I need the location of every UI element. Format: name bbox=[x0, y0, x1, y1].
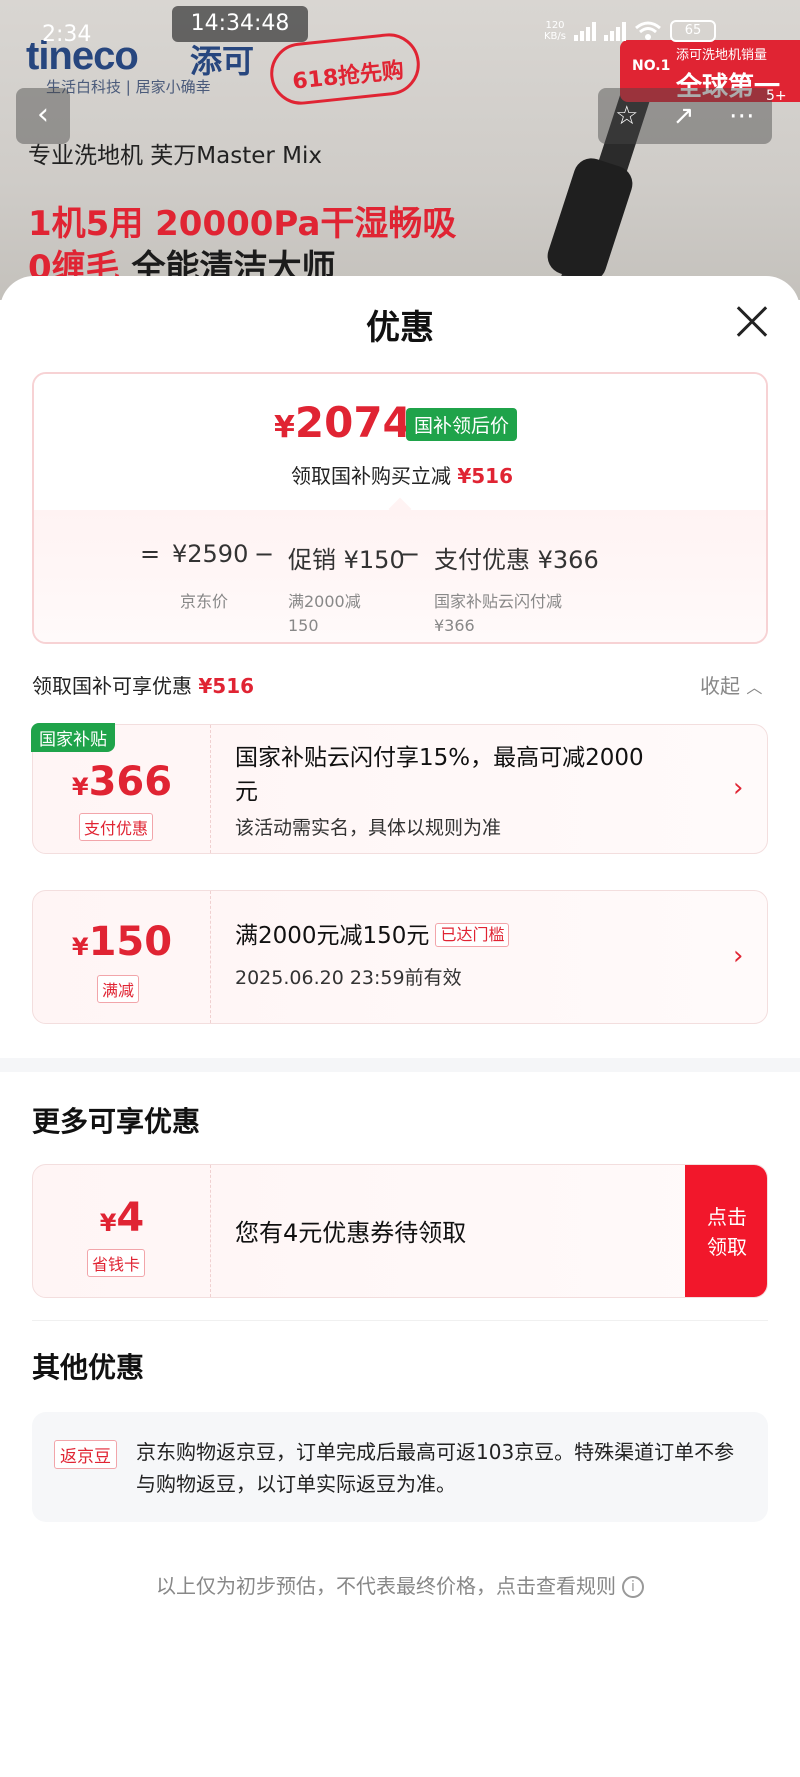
payment-deduction: 支付优惠 ¥366 bbox=[434, 540, 599, 575]
payment-discount-amount: ¥366 bbox=[33, 759, 211, 805]
full-reduction-left: ¥150 满减 bbox=[33, 891, 211, 1023]
signal-icon-2 bbox=[604, 21, 626, 41]
discount-sheet: 优惠 ¥2074 国补领后价 领取国补购买立减 ¥516 = ¥2590 − 促… bbox=[0, 276, 800, 1777]
product-name: 专业洗地机 芙万Master Mix bbox=[28, 143, 323, 169]
claim-coupon-button[interactable]: 点击 领取 bbox=[685, 1165, 767, 1297]
payment-amount: ¥366 bbox=[537, 546, 599, 574]
full-reduction-badge: 满减 bbox=[97, 975, 140, 1003]
payment-discount-card[interactable]: ¥366 支付优惠 国家补贴 国家补贴云闪付享15%，最高可减2000 元 该活… bbox=[31, 723, 768, 854]
base-price-label: 京东价 bbox=[180, 592, 229, 611]
base-price: ¥2590 bbox=[172, 540, 249, 568]
payment-discount-desc: 该活动需实名，具体以规则为准 bbox=[235, 817, 502, 839]
rank-number: NO.1 bbox=[632, 58, 671, 74]
coupon-card: ¥4 省钱卡 您有4元优惠券待领取 点击 领取 bbox=[32, 1164, 768, 1298]
product-image-body bbox=[542, 153, 638, 287]
coupon-currency: ¥ bbox=[99, 1209, 117, 1237]
network-speed: 120 KB/s bbox=[544, 20, 566, 42]
subsidy-price-tag: 国补领后价 bbox=[406, 408, 518, 441]
chevron-right-icon: › bbox=[733, 773, 744, 803]
collapse-label: 收起 bbox=[700, 674, 740, 698]
full-reduction-title: 满2000元减150元 已达门槛 bbox=[235, 919, 510, 953]
payment-discount-badge: 支付优惠 bbox=[79, 813, 154, 841]
coupon-amount: ¥4 bbox=[33, 1195, 211, 1241]
full-reduction-card[interactable]: ¥150 满减 满2000元减150元 已达门槛 2025.06.20 23:59… bbox=[32, 890, 768, 1024]
full-reduction-title-text: 满2000元减150元 bbox=[235, 923, 430, 949]
share-icon[interactable]: ↗ bbox=[673, 101, 695, 131]
price-subtitle-text: 领取国补购买立减 bbox=[290, 464, 451, 488]
equals-sign: = bbox=[140, 540, 161, 568]
separator bbox=[32, 1320, 768, 1321]
other-discounts-title: 其他优惠 bbox=[32, 1351, 145, 1384]
collapse-button[interactable]: 收起 ︿ bbox=[700, 670, 762, 699]
coupon-badge: 省钱卡 bbox=[87, 1249, 146, 1277]
chevron-up-icon: ︿ bbox=[746, 678, 763, 697]
more-icon[interactable]: ⋯ bbox=[729, 101, 755, 131]
back-button[interactable]: ‹ bbox=[16, 88, 70, 144]
payment-discount-title-line-1: 国家补贴云闪付享15%，最高可减2000 bbox=[235, 745, 644, 771]
chevron-right-icon: › bbox=[733, 941, 744, 971]
promo-desc-line-2: 150 bbox=[288, 616, 319, 635]
product-banner: tineco 添可 生活白科技 | 居家小确幸 618抢先购 NO.1 添可洗地… bbox=[0, 0, 800, 300]
close-icon[interactable] bbox=[732, 302, 772, 342]
jd-bean-tag: 返京豆 bbox=[54, 1440, 117, 1469]
payment-desc-line-2: ¥366 bbox=[434, 616, 475, 635]
subsidy-section-amount: ¥516 bbox=[198, 674, 255, 698]
coupon-value: 4 bbox=[116, 1195, 145, 1241]
price-subtitle-amount: ¥516 bbox=[457, 464, 514, 488]
price-breakdown: = ¥2590 − 促销 ¥150 − 支付优惠 ¥366 京东价 满2000减… bbox=[34, 510, 766, 642]
brand-slogan: 生活白科技 | 居家小确幸 bbox=[46, 78, 211, 96]
product-headline-1: 1机5用 20000Pa干湿畅吸 bbox=[28, 204, 457, 244]
jd-bean-text: 京东购物返京豆，订单完成后最高可返103京豆。特殊渠道订单不参与购物返豆，以订单… bbox=[136, 1440, 735, 1496]
coupon-left: ¥4 省钱卡 bbox=[33, 1165, 211, 1297]
network-speed-unit: KB/s bbox=[544, 31, 566, 42]
promo-desc-line-1: 满2000减 bbox=[288, 592, 361, 611]
final-price-value: 2074 bbox=[294, 398, 412, 447]
payment-discount-currency: ¥ bbox=[71, 773, 89, 801]
info-icon: i bbox=[622, 1576, 644, 1598]
nav-actions: ☆ ↗ ⋯ bbox=[598, 88, 772, 144]
rules-note-text: 以上仅为初步预估，不代表最终价格，点击查看规则 bbox=[156, 1574, 616, 1598]
status-time: 2:34 bbox=[42, 22, 92, 47]
final-price-currency: ¥ bbox=[274, 410, 295, 445]
more-discounts-title: 更多可享优惠 bbox=[32, 1105, 201, 1138]
payment-discount-title-line-2: 元 bbox=[235, 779, 258, 805]
signal-icon bbox=[574, 21, 596, 41]
full-reduction-value: 150 bbox=[88, 919, 173, 965]
promo-deduction: 促销 ¥150 bbox=[288, 540, 405, 575]
jd-bean-rebate: 返京豆 京东购物返京豆，订单完成后最高可返103京豆。特殊渠道订单不参与购物返豆… bbox=[32, 1412, 768, 1522]
full-reduction-currency: ¥ bbox=[71, 933, 89, 961]
subsidy-section-label: 领取国补可享优惠 bbox=[32, 674, 192, 698]
coupon-text: 您有4元优惠券待领取 bbox=[235, 1219, 467, 1247]
clock-overlay: 14:34:48 bbox=[172, 6, 308, 42]
battery-icon: 65 bbox=[670, 20, 716, 42]
final-price: ¥2074 bbox=[274, 398, 412, 447]
promo-amount: ¥150 bbox=[343, 546, 405, 574]
full-reduction-amount: ¥150 bbox=[33, 919, 211, 965]
payment-desc-line-1: 国家补贴云闪付减 bbox=[434, 592, 563, 611]
price-summary: ¥2074 国补领后价 领取国补购买立减 ¥516 = ¥2590 − 促销 ¥… bbox=[32, 372, 768, 644]
subsidy-section-header: 领取国补可享优惠 ¥516 bbox=[32, 670, 254, 699]
promo-label: 促销 bbox=[288, 546, 336, 574]
payment-discount-title: 国家补贴云闪付享15%，最高可减2000 元 bbox=[235, 741, 644, 809]
star-icon[interactable]: ☆ bbox=[615, 101, 638, 131]
message-count-badge: 5+ bbox=[766, 88, 787, 104]
sheet-title: 优惠 bbox=[366, 308, 434, 348]
threshold-reached-tag: 已达门槛 bbox=[435, 923, 510, 947]
minus-sign-1: − bbox=[254, 540, 275, 568]
full-reduction-expiry: 2025.06.20 23:59前有效 bbox=[235, 967, 462, 989]
payment-discount-value: 366 bbox=[88, 759, 173, 805]
rank-line-1: 添可洗地机销量 bbox=[676, 48, 768, 63]
promo-desc: 满2000减 150 bbox=[288, 590, 361, 638]
payment-label: 支付优惠 bbox=[434, 546, 530, 574]
rules-note[interactable]: 以上仅为初步预估，不代表最终价格，点击查看规则 i bbox=[0, 1570, 800, 1599]
payment-desc: 国家补贴云闪付减 ¥366 bbox=[434, 590, 562, 638]
status-icons: 120 KB/s 65 bbox=[544, 20, 716, 42]
national-subsidy-tag: 国家补贴 bbox=[31, 723, 115, 752]
wifi-icon bbox=[635, 21, 661, 40]
network-speed-value: 120 bbox=[545, 20, 565, 31]
minus-sign-2: − bbox=[400, 540, 421, 568]
section-divider bbox=[0, 1058, 800, 1072]
price-subtitle: 领取国补购买立减 ¥516 bbox=[34, 460, 766, 489]
